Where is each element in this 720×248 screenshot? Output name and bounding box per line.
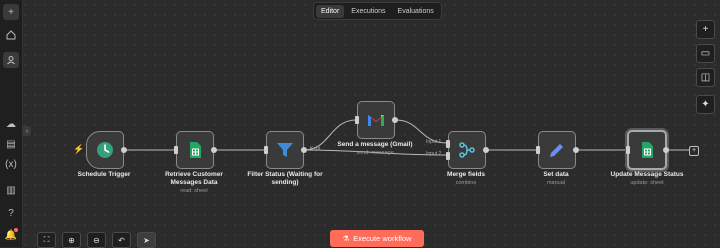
clock-icon	[97, 142, 113, 158]
canvas-controls: ⛶ ⊕ ⊖ ↶ ➤	[37, 232, 156, 248]
input-2-handle[interactable]	[446, 152, 450, 160]
node-sub-merge: combine	[455, 180, 477, 186]
node-filter-status[interactable]	[264, 131, 307, 169]
pencil-icon	[550, 144, 563, 157]
input-1-handle[interactable]	[446, 140, 450, 148]
ai-sparkle-icon[interactable]: ✦	[696, 95, 715, 114]
input-2-label: Input 2	[426, 151, 442, 157]
input-1-label: Input 1	[426, 139, 442, 145]
execute-workflow-label: Execute workflow	[353, 234, 412, 243]
output-handle[interactable]	[301, 147, 307, 153]
reset-zoom-icon[interactable]: ↶	[112, 232, 131, 248]
output-handle[interactable]	[392, 117, 398, 123]
collapse-sidebar-button[interactable]: ‹	[23, 126, 31, 136]
node-label-schedule: Schedule Trigger	[77, 171, 131, 178]
insights-icon[interactable]: ▥	[3, 182, 19, 198]
output-handle[interactable]	[663, 147, 669, 153]
zoom-out-icon[interactable]: ⊖	[87, 232, 106, 248]
input-handle[interactable]	[536, 146, 540, 154]
output-handle[interactable]	[121, 147, 127, 153]
node-retrieve-data[interactable]	[174, 131, 217, 169]
node-merge-fields[interactable]	[446, 131, 489, 169]
tab-executions[interactable]: Executions	[346, 5, 390, 18]
left-sidebar: + ☁ ▤ (x) ▥ ? 🔔	[0, 0, 23, 247]
google-sheets-icon	[642, 142, 653, 158]
edge-label-kept: Kept	[310, 146, 321, 152]
templates-icon[interactable]: ▤	[3, 136, 19, 152]
cloud-icon[interactable]: ☁	[3, 116, 19, 132]
node-send-gmail[interactable]	[355, 101, 398, 139]
input-handle[interactable]	[174, 146, 178, 154]
google-sheets-icon	[190, 142, 201, 158]
node-label-filter: Filter Status (Waiting for sending)	[247, 171, 323, 186]
variables-icon[interactable]: (x)	[3, 156, 19, 172]
node-label-setdata: Set data	[543, 171, 569, 178]
node-schedule-trigger[interactable]	[86, 131, 127, 169]
filter-icon	[277, 143, 293, 157]
pointer-tool-icon[interactable]: ➤	[137, 232, 156, 248]
add-node-button[interactable]: +	[696, 20, 715, 39]
output-handle[interactable]	[483, 147, 489, 153]
trigger-lightning-icon: ⚡	[73, 144, 85, 154]
output-handle[interactable]	[573, 147, 579, 153]
node-sub-setdata: manual	[546, 180, 566, 186]
help-icon[interactable]: ?	[3, 205, 19, 221]
execute-workflow-button[interactable]: ⚗ Execute workflow	[330, 230, 424, 247]
node-set-data[interactable]	[536, 131, 579, 169]
merge-icon	[459, 142, 475, 158]
view-tabs: Editor Executions Evaluations	[313, 2, 442, 20]
add-next-node-icon[interactable]: +	[689, 146, 699, 156]
gmail-icon	[368, 115, 384, 126]
user-icon[interactable]	[3, 52, 19, 68]
input-handle[interactable]	[626, 146, 630, 154]
add-icon[interactable]: +	[3, 4, 19, 20]
panel-toggle-icon[interactable]: ◫	[696, 68, 715, 87]
notifications-icon[interactable]: 🔔	[3, 227, 19, 243]
input-handle[interactable]	[264, 146, 268, 154]
node-label-gmail: Send a message (Gmail)	[337, 141, 413, 148]
tab-editor[interactable]: Editor	[316, 4, 345, 18]
flask-icon: ⚗	[342, 234, 350, 243]
node-label-merge: Merge fields	[447, 171, 485, 178]
node-sub-update: update: sheet	[630, 180, 664, 186]
node-label-retrieve: Retrieve Customer Messages Data	[165, 171, 223, 186]
node-label-update: Update Message Status	[610, 171, 684, 178]
sticky-note-icon[interactable]: ▭	[696, 44, 715, 63]
zoom-in-icon[interactable]: ⊕	[62, 232, 81, 248]
notification-dot	[14, 228, 18, 232]
node-sub-gmail: send: message	[356, 150, 394, 156]
node-update-status[interactable]	[626, 130, 669, 170]
node-sub-retrieve: read: sheet	[180, 188, 208, 194]
output-handle[interactable]	[211, 147, 217, 153]
home-icon[interactable]	[3, 27, 19, 43]
input-handle[interactable]	[355, 116, 359, 124]
tab-evaluations[interactable]: Evaluations	[393, 5, 439, 18]
fit-view-icon[interactable]: ⛶	[37, 232, 56, 248]
